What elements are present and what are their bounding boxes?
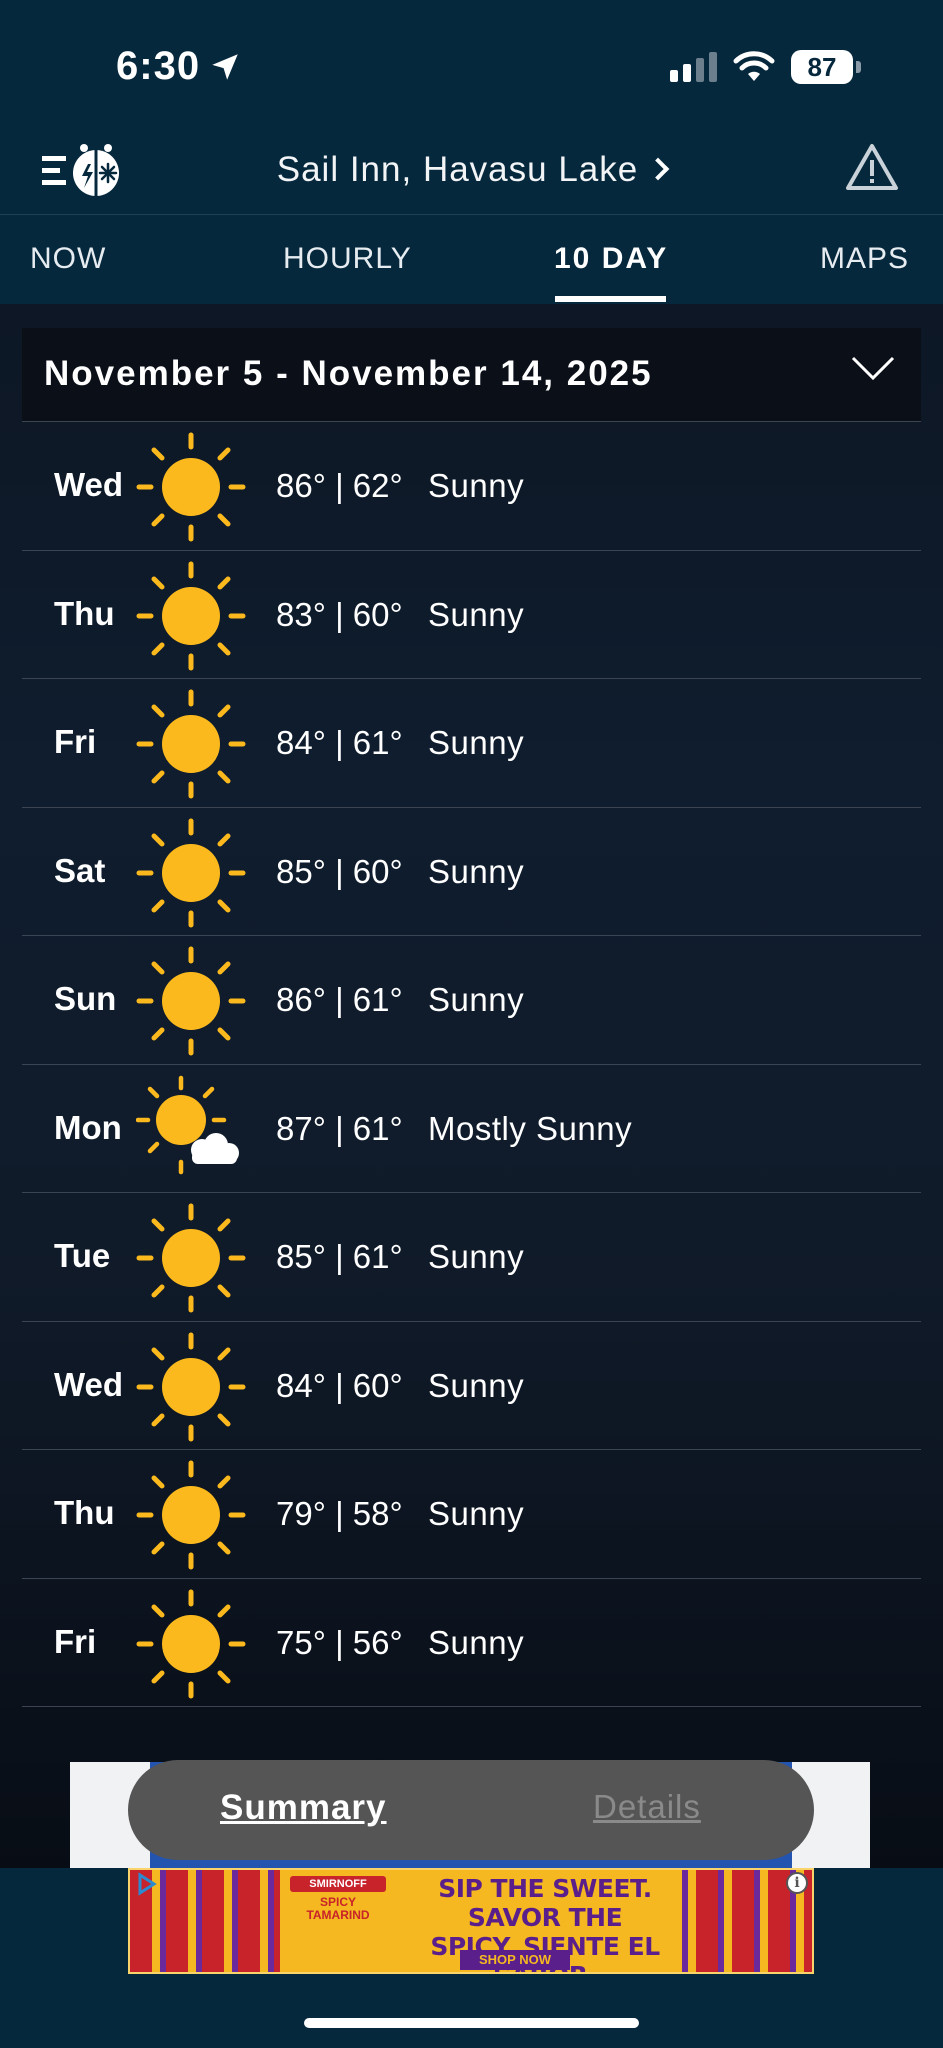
status-bar: 6:30 87 [0,0,943,130]
sun-cloud-icon [135,1075,246,1185]
high-low-temps: 85° | 60° [276,852,403,890]
condition-text: Sunny [428,1366,525,1404]
day-name: Sat [54,851,106,889]
date-range: November 5 - November 14, 2025 [44,354,653,393]
condition-text: Sunny [428,724,525,761]
cellular-signal-icon [670,52,717,82]
condition-text: Sunny [428,1495,525,1532]
date-range-header[interactable]: November 5 - November 14, 2025 [22,328,921,422]
sun-icon [136,1332,246,1442]
summary-tab[interactable]: Summary [220,1788,387,1828]
forecast-row[interactable]: Wed 84° | 60° Sunny [22,1322,921,1450]
high-low-temps: 86° | 62° [276,467,403,504]
forecast-row[interactable]: Fri 84° | 61° Sunny [22,679,921,808]
day-name: Sun [54,980,117,1017]
condition-text: Sunny [428,1623,525,1661]
ad-brand-name: SMIRNOFF [290,1876,386,1892]
ad-banner[interactable]: SMIRNOFF SPICY TAMARIND SIP THE SWEET. S… [128,1868,814,1974]
high-low-temps: 87° | 61° [276,1109,403,1147]
high-low-temps: 85° | 61° [276,1238,403,1275]
location-selector[interactable]: Sail Inn, Havasu Lake [0,150,943,190]
sun-icon [136,689,246,799]
forecast-row[interactable]: Wed 86° | 62° Sunny [22,422,921,551]
day-name: Wed [54,466,124,503]
sun-icon [136,561,246,671]
forecast-row[interactable]: Fri 75° | 56° Sunny [22,1579,921,1707]
tab-now[interactable]: NOW [30,242,106,276]
sun-icon [136,1589,246,1699]
sun-icon [136,1460,246,1570]
sun-icon [136,432,246,542]
ad-product: SPICY TAMARIND [306,1895,370,1922]
day-name: Tue [54,1237,111,1274]
app-header: Sail Inn, Havasu Lake [0,130,943,214]
details-tab[interactable]: Details [593,1788,701,1826]
ad-brand: SMIRNOFF SPICY TAMARIND [290,1876,386,1922]
high-low-temps: 79° | 58° [276,1495,403,1532]
alert-icon[interactable] [845,142,899,192]
ad-choices-icon[interactable] [134,1872,158,1896]
ad-info-icon[interactable]: i [786,1872,808,1894]
condition-text: Mostly Sunny [428,1109,633,1147]
high-low-temps: 83° | 60° [276,595,403,633]
sun-icon [136,946,246,1056]
sun-icon [136,1203,246,1313]
ad-shop-now-button[interactable]: SHOP NOW [460,1950,570,1970]
clock: 6:30 [116,44,201,88]
sun-icon [136,818,246,928]
location-name: Sail Inn, Havasu Lake [276,150,639,189]
forecast-row[interactable]: Thu 83° | 60° Sunny [22,551,921,679]
day-name: Thu [54,594,115,632]
day-list: Wed 86° | 62° Sunny Thu 83° | 60° Sunny Fri [22,422,921,1707]
wifi-icon [733,51,775,81]
location-arrow-icon [212,53,238,80]
tab-bar: NOW HOURLY 10 DAY MAPS [0,230,943,304]
day-name: Wed [54,1365,124,1403]
header-divider [0,214,943,215]
chevron-right-icon [646,157,670,181]
day-name: Fri [54,723,97,760]
day-name: Fri [54,1622,97,1660]
high-low-temps: 75° | 56° [276,1623,403,1661]
forecast-row[interactable]: Thu 79° | 58° Sunny [22,1450,921,1579]
chevron-down-icon[interactable] [851,354,895,382]
home-indicator[interactable] [304,2018,639,2028]
condition-text: Sunny [428,981,525,1018]
condition-text: Sunny [428,595,525,633]
forecast-row[interactable]: Mon 87° | 61° Mostly Sunny [22,1065,921,1193]
condition-text: Sunny [428,852,525,890]
active-tab-indicator [555,296,666,302]
forecast-row[interactable]: Tue 85° | 61° Sunny [22,1193,921,1322]
condition-text: Sunny [428,467,525,504]
high-low-temps: 86° | 61° [276,981,403,1018]
tab-10-day[interactable]: 10 DAY [554,242,668,276]
view-toggle: Summary Details [128,1760,814,1860]
battery-level: 87 [791,50,853,84]
status-time: 6:30 [116,44,242,89]
tab-hourly[interactable]: HOURLY [283,242,412,276]
condition-text: Sunny [428,1238,525,1275]
forecast-row[interactable]: Sat 85° | 60° Sunny [22,808,921,936]
high-low-temps: 84° | 61° [276,724,403,761]
tab-maps[interactable]: MAPS [820,242,909,276]
day-name: Thu [54,1494,115,1531]
forecast-row[interactable]: Sun 86° | 61° Sunny [22,936,921,1065]
forecast-panel: November 5 - November 14, 2025 Wed 86° |… [0,304,943,1868]
day-name: Mon [54,1108,122,1146]
high-low-temps: 84° | 60° [276,1366,403,1404]
battery-icon: 87 [791,50,861,84]
status-indicators: 87 [670,50,861,84]
